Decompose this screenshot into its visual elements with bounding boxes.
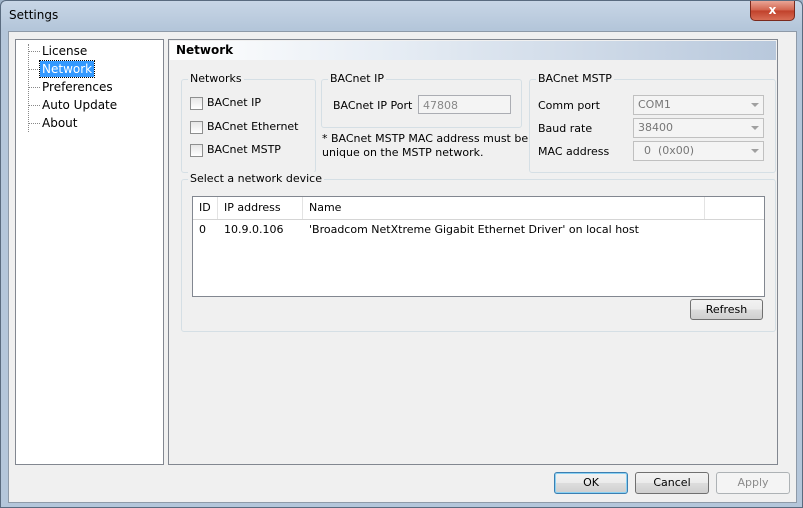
cell-id: 0: [199, 223, 206, 236]
bacnet-ip-checkbox[interactable]: BACnet IP: [190, 96, 261, 110]
network-device-group: Select a network device ID IP address Na…: [181, 172, 776, 332]
apply-button[interactable]: Apply: [716, 472, 790, 494]
column-header-id[interactable]: ID: [193, 197, 218, 219]
checkbox-label: BACnet Ethernet: [207, 120, 299, 133]
column-header-ip-address[interactable]: IP address: [218, 197, 303, 219]
bacnet-ethernet-checkbox[interactable]: BACnet Ethernet: [190, 120, 299, 134]
bacnet-mstp-group: BACnet MSTP Comm port COM1 Baud rate 384…: [529, 72, 776, 173]
cancel-button[interactable]: Cancel: [635, 472, 709, 494]
client-area: License Network Preferences Auto Update …: [8, 31, 797, 503]
settings-tree: License Network Preferences Auto Update …: [15, 39, 164, 465]
checkbox-label: BACnet MSTP: [207, 143, 281, 156]
network-device-group-legend: Select a network device: [188, 172, 324, 185]
tree-item-label: Auto Update: [42, 98, 118, 112]
bacnet-ip-group-legend: BACnet IP: [328, 72, 386, 85]
window-title: Settings: [9, 8, 59, 22]
tree-branch: [28, 105, 40, 106]
tree-item-about[interactable]: About: [16, 115, 161, 131]
tree-branch: [28, 69, 40, 70]
panel-header: Network: [170, 41, 776, 60]
checkbox-label: BACnet IP: [207, 96, 261, 109]
chevron-down-icon: [751, 103, 759, 107]
comm-port-select[interactable]: COM1: [633, 95, 764, 115]
baud-rate-select[interactable]: 38400: [633, 118, 764, 138]
tree-item-label: Preferences: [42, 80, 113, 94]
comm-port-label: Comm port: [538, 99, 600, 112]
bacnet-mstp-group-legend: BACnet MSTP: [536, 72, 614, 85]
ok-button[interactable]: OK: [554, 472, 628, 494]
mstp-note: * BACnet MSTP MAC address must be unique…: [322, 132, 528, 160]
table-row[interactable]: 0 10.9.0.106 'Broadcom NetXtreme Gigabit…: [193, 221, 764, 239]
cell-ip-address: 10.9.0.106: [224, 223, 284, 236]
settings-window: Settings x License Network Preferences A…: [0, 0, 803, 508]
cell-name: 'Broadcom NetXtreme Gigabit Ethernet Dri…: [309, 223, 639, 236]
checkbox-box[interactable]: [190, 120, 203, 134]
chevron-down-icon: [751, 126, 759, 130]
mac-address-label: MAC address: [538, 145, 610, 158]
baud-rate-label: Baud rate: [538, 122, 593, 135]
tree-branch: [28, 123, 40, 124]
tree-branch: [28, 87, 40, 88]
networks-group: Networks BACnet IP BACnet Ethernet BACne…: [181, 72, 316, 173]
bacnet-mstp-checkbox[interactable]: BACnet MSTP: [190, 143, 281, 157]
title-bar[interactable]: Settings x: [1, 1, 802, 29]
checkbox-box[interactable]: [190, 96, 203, 110]
panel-title: Network: [176, 43, 234, 57]
bacnet-ip-port-label: BACnet IP Port: [333, 99, 413, 112]
tree-item-label: License: [42, 44, 88, 58]
tree-item-auto-update[interactable]: Auto Update: [16, 97, 161, 113]
comm-port-value: COM1: [638, 98, 671, 111]
refresh-button[interactable]: Refresh: [690, 299, 763, 320]
list-header: ID IP address Name: [193, 197, 764, 220]
mac-address-select[interactable]: 0 (0x00): [633, 141, 764, 161]
tree-item-license[interactable]: License: [16, 43, 161, 59]
bacnet-ip-group: BACnet IP BACnet IP Port 47808: [321, 72, 522, 128]
column-header-name[interactable]: Name: [303, 197, 705, 219]
network-device-list[interactable]: ID IP address Name 0 10.9.0.106 'Broadco…: [192, 196, 765, 297]
tree-item-preferences[interactable]: Preferences: [16, 79, 161, 95]
tree-item-label: About: [42, 116, 78, 130]
mstp-note-line2: unique on the MSTP network.: [322, 146, 484, 159]
network-panel: Network Networks BACnet IP BACnet Ethern…: [168, 39, 778, 465]
mstp-note-line1: * BACnet MSTP MAC address must be: [322, 132, 529, 145]
tree-branch: [28, 51, 40, 52]
mac-address-value: 0 (0x00): [644, 144, 695, 157]
tree-item-label: Network: [38, 60, 96, 78]
close-button[interactable]: x: [750, 1, 795, 21]
networks-group-legend: Networks: [188, 72, 244, 85]
baud-rate-value: 38400: [638, 121, 673, 134]
chevron-down-icon: [751, 149, 759, 153]
checkbox-box[interactable]: [190, 143, 203, 157]
tree-item-network[interactable]: Network: [16, 60, 161, 78]
bacnet-ip-port-input[interactable]: 47808: [418, 95, 511, 114]
